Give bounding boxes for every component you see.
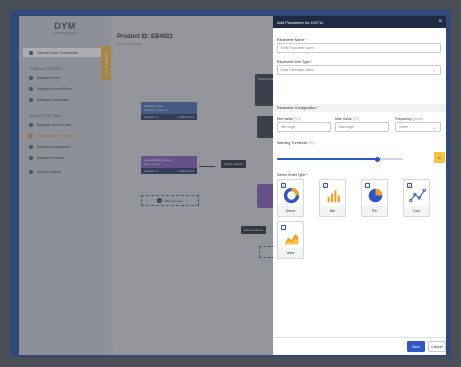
warning-slider[interactable] — [277, 156, 403, 162]
chart-card-area[interactable]: Area — [277, 221, 304, 259]
max-value-label: Max Value (°C) — [335, 117, 360, 121]
chart-card-bar[interactable]: ✓ Bar — [319, 179, 346, 217]
max-value-input[interactable]: Max range — [335, 122, 389, 132]
frequency-select[interactable]: Select ⌄ — [395, 122, 441, 132]
min-value-input[interactable]: Min range — [277, 122, 331, 132]
unit-type-label: Parameter Unit Type * — [277, 60, 313, 64]
slider-fill — [277, 158, 378, 160]
cancel-button[interactable]: Cancel — [428, 341, 446, 352]
chart-card-donut[interactable]: ✓ Donut — [277, 179, 304, 217]
close-icon[interactable]: × — [438, 19, 442, 25]
area-chart-icon — [284, 234, 299, 245]
chart-caption: Area — [278, 248, 303, 258]
chart-type-label: Select Chart Type * — [277, 173, 308, 177]
chart-card-line[interactable]: ✓ Line — [403, 179, 430, 217]
min-value-label: Min Value (°C) — [277, 117, 301, 121]
warning-threshold-label: Warning Threshold (%) — [277, 141, 314, 145]
param-name-label: Parameter Name * — [277, 38, 307, 42]
panel-footer: Save Cancel — [273, 337, 446, 355]
chart-caption: Pie — [362, 206, 387, 216]
donut-chart-icon — [283, 187, 300, 204]
config-section: Parameter Configuration * — [273, 104, 446, 112]
chart-caption: Bar — [320, 206, 345, 216]
chevron-down-icon: ⌄ — [432, 124, 436, 130]
unit-type-select[interactable]: Enter Parameter Name ⌄ — [277, 65, 441, 75]
chevron-down-icon: ⌄ — [432, 67, 436, 73]
pie-chart-icon — [368, 188, 383, 203]
line-chart-icon — [409, 188, 426, 203]
chart-caption: Line — [404, 206, 429, 216]
param-name-input[interactable]: Enter Parameter Name — [277, 43, 441, 53]
slider-handle[interactable] — [375, 156, 381, 162]
panel-header: Add Parameter for DHT11 × — [273, 16, 446, 28]
bar-chart-icon — [327, 190, 340, 203]
outer-frame: DYM IoT Technologies Overall Stats / Das… — [10, 10, 451, 357]
save-button[interactable]: Save — [407, 341, 425, 352]
panel-title: Add Parameter for DHT11 — [277, 19, 324, 25]
chart-caption: Donut — [278, 206, 303, 216]
add-parameter-panel: Add Parameter for DHT11 × Parameter Name… — [273, 16, 446, 355]
frequency-label: Frequency (mins) — [395, 117, 423, 121]
warning-value[interactable]: 80 — [434, 152, 445, 163]
chart-card-pie[interactable]: Pie — [361, 179, 388, 217]
app-window: DYM IoT Technologies Overall Stats / Das… — [19, 16, 446, 355]
